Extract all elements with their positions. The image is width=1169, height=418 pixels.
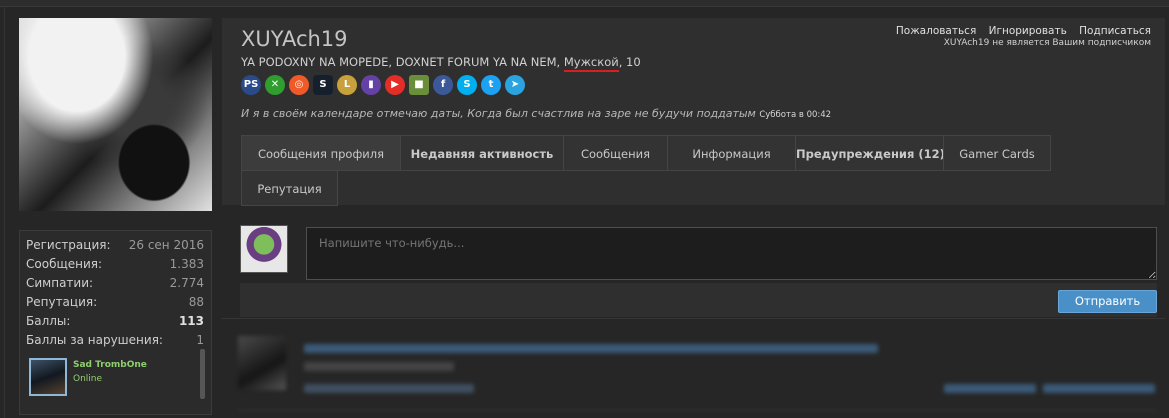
tab-gamer-cards[interactable]: Gamer Cards	[943, 135, 1051, 171]
stat-label: Симпатии:	[26, 276, 94, 290]
skype-icon[interactable]: S	[457, 75, 477, 95]
tab-warnings[interactable]: Предупреждения (12)	[795, 135, 945, 171]
stat-value: 26 сен 2016	[128, 238, 204, 252]
follower-name[interactable]: Sad TrombOne	[73, 360, 147, 370]
profile-post-composer: Отправить	[240, 225, 1157, 317]
tab-postings[interactable]: Сообщения	[563, 135, 668, 171]
blurred-line	[1043, 384, 1155, 393]
profile-gender: Мужской	[563, 55, 619, 72]
follow-link[interactable]: Подписаться	[1079, 25, 1151, 37]
followers-scrollbar[interactable]	[200, 349, 205, 399]
section-divider	[222, 318, 1165, 319]
follower-avatar[interactable]	[29, 358, 67, 396]
profile-username: XUYAch19	[241, 27, 348, 51]
tab-profile-posts[interactable]: Сообщения профиля	[241, 135, 401, 171]
stat-registration: Регистрация: 26 сен 2016	[26, 238, 204, 256]
profile-actions: Пожаловаться Игнорировать Подписаться	[887, 25, 1151, 37]
profile-stats: Регистрация: 26 сен 2016 Сообщения: 1.38…	[19, 230, 212, 415]
profile-post-input[interactable]	[306, 227, 1157, 280]
stat-likes: Симпатии: 2.774	[26, 276, 204, 294]
stat-warning-points: Баллы за нарушения: 1	[26, 333, 204, 351]
ignore-link[interactable]: Игнорировать	[989, 25, 1067, 37]
follower-card[interactable]: Sad TrombOne Online	[29, 358, 199, 400]
page-divider	[4, 6, 5, 418]
blurred-line	[304, 362, 454, 371]
profile-status: И я в своём календаре отмечаю даты, Когд…	[241, 107, 831, 120]
profile-subtitle: YA PODOXNY NA MOPEDE, DOXNET FORUM YA NA…	[241, 55, 641, 72]
profile-avatar[interactable]	[19, 18, 212, 211]
blurred-line	[304, 384, 474, 393]
stat-value: 1	[196, 333, 204, 347]
profile-age: , 10	[618, 55, 641, 69]
stat-label: Сообщения:	[26, 257, 103, 271]
twitch-icon[interactable]: ▮	[361, 75, 381, 95]
xbox-icon[interactable]: ✕	[265, 75, 285, 95]
status-time[interactable]: Суббота в 00:42	[759, 110, 831, 120]
stat-value[interactable]: 113	[179, 314, 204, 328]
top-strip	[0, 0, 1169, 7]
stat-value: 2.774	[169, 276, 204, 290]
tab-information[interactable]: Информация	[667, 135, 796, 171]
telegram-icon[interactable]: ➤	[505, 75, 525, 95]
post-author-avatar	[238, 336, 286, 390]
blurred-line	[304, 344, 878, 353]
blurred-line	[944, 384, 1036, 393]
origin-icon[interactable]: ◎	[289, 75, 309, 95]
stat-value: 88	[188, 295, 204, 309]
playstation-icon[interactable]: PS	[241, 75, 261, 95]
stat-label: Баллы за нарушения:	[26, 333, 163, 347]
report-link[interactable]: Пожаловаться	[896, 25, 976, 37]
minecraft-icon[interactable]: ■	[409, 75, 429, 95]
stat-label: Баллы:	[26, 314, 71, 328]
status-text: И я в своём календаре отмечаю даты, Когд…	[241, 107, 756, 120]
stat-value[interactable]: 1.383	[170, 257, 204, 271]
send-button[interactable]: Отправить	[1058, 290, 1157, 313]
stat-points: Баллы: 113	[26, 314, 204, 332]
profile-header: XUYAch19 YA PODOXNY NA MOPEDE, DOXNET FO…	[222, 18, 1165, 206]
facebook-icon[interactable]: f	[433, 75, 453, 95]
current-user-avatar[interactable]	[240, 225, 288, 273]
profile-sidebar: Регистрация: 26 сен 2016 Сообщения: 1.38…	[19, 18, 213, 415]
youtube-icon[interactable]: ▶	[385, 75, 405, 95]
stat-label: Репутация:	[26, 295, 98, 309]
profile-title-text: YA PODOXNY NA MOPEDE, DOXNET FORUM YA NA…	[241, 55, 564, 69]
blurred-profile-post	[238, 332, 1157, 412]
tab-reputation[interactable]: Репутация	[241, 170, 338, 206]
follow-note: XUYAch19 не является Вашим подписчиком	[943, 38, 1151, 48]
steam-icon[interactable]: S	[313, 75, 333, 95]
follower-status: Online	[73, 374, 103, 384]
stat-reputation: Репутация: 88	[26, 295, 204, 313]
composer-toolbar	[240, 283, 1157, 317]
stat-label: Регистрация:	[26, 238, 111, 252]
tab-recent-activity[interactable]: Недавняя активность	[400, 135, 564, 171]
twitter-icon[interactable]: t	[481, 75, 501, 95]
lol-icon[interactable]: L	[337, 75, 357, 95]
post-divider	[238, 410, 1157, 411]
stat-messages: Сообщения: 1.383	[26, 257, 204, 275]
profile-tabs: Сообщения профиля Недавняя активность Со…	[241, 135, 1053, 206]
